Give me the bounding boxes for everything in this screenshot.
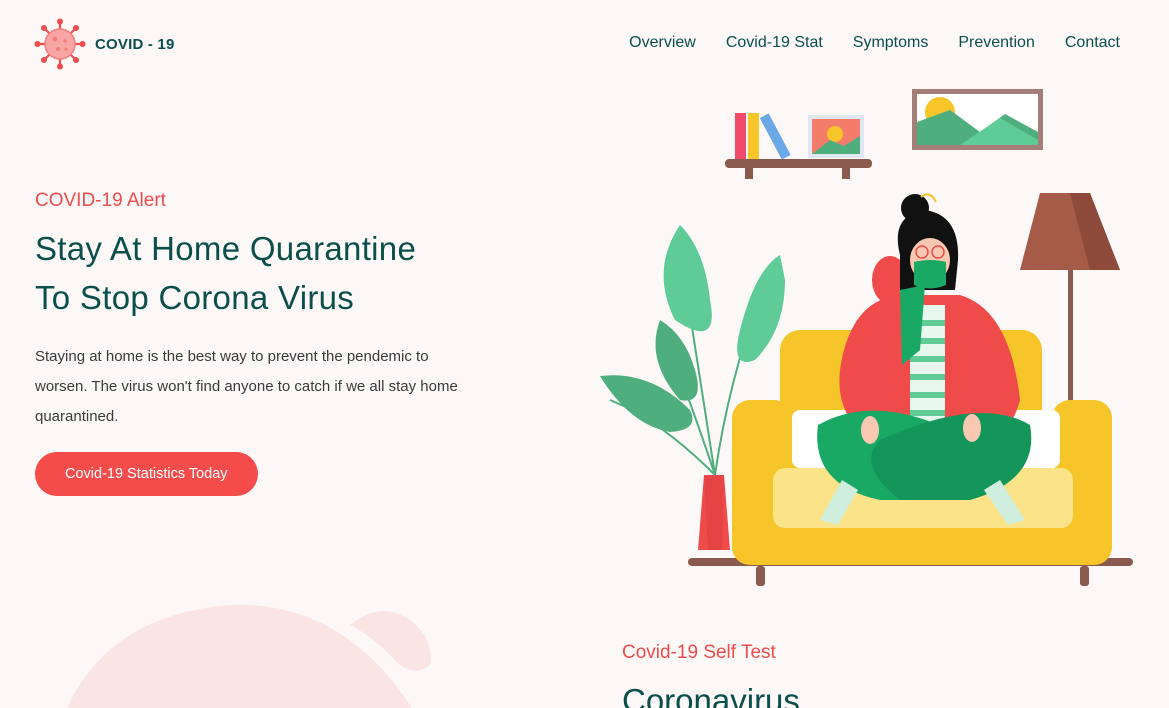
self-test-eyebrow: Covid-19 Self Test [622,642,776,663]
wall-picture-icon [912,89,1043,150]
brand-name: COVID - 19 [95,35,175,53]
person-icon [817,193,1032,525]
site-header: COVID - 19 Overview Covid-19 Stat Sympto… [0,0,1169,88]
hero-eyebrow: COVID-19 Alert [35,190,166,211]
nav-item-contact[interactable]: Contact [1065,34,1120,52]
hero-description: Staying at home is the best way to preve… [35,348,458,425]
virus-icon [34,18,86,70]
decorative-blob [67,604,431,708]
self-test-section: Covid-19 Self Test Coronavirus [622,642,800,708]
bookshelf-icon [725,113,872,179]
covid-statistics-button[interactable]: Covid-19 Statistics Today [35,452,258,496]
hero-section: COVID-19 Alert Stay At Home Quarantine T… [35,190,495,496]
hero-title: Stay At Home Quarantine To Stop Corona V… [35,224,495,322]
stay-home-illustration [600,89,1133,586]
hero-title-line2: To Stop Corona Virus [35,279,355,316]
brand-logo[interactable]: COVID - 19 [34,18,175,70]
self-test-title: Coronavirus [622,682,800,708]
hero-title-line1: Stay At Home Quarantine [35,230,417,267]
main-nav: Overview Covid-19 Stat Symptoms Preventi… [629,34,1120,52]
nav-item-symptoms[interactable]: Symptoms [853,34,929,52]
nav-item-covid-stat[interactable]: Covid-19 Stat [726,34,823,52]
nav-item-overview[interactable]: Overview [629,34,696,52]
nav-item-prevention[interactable]: Prevention [958,34,1035,52]
